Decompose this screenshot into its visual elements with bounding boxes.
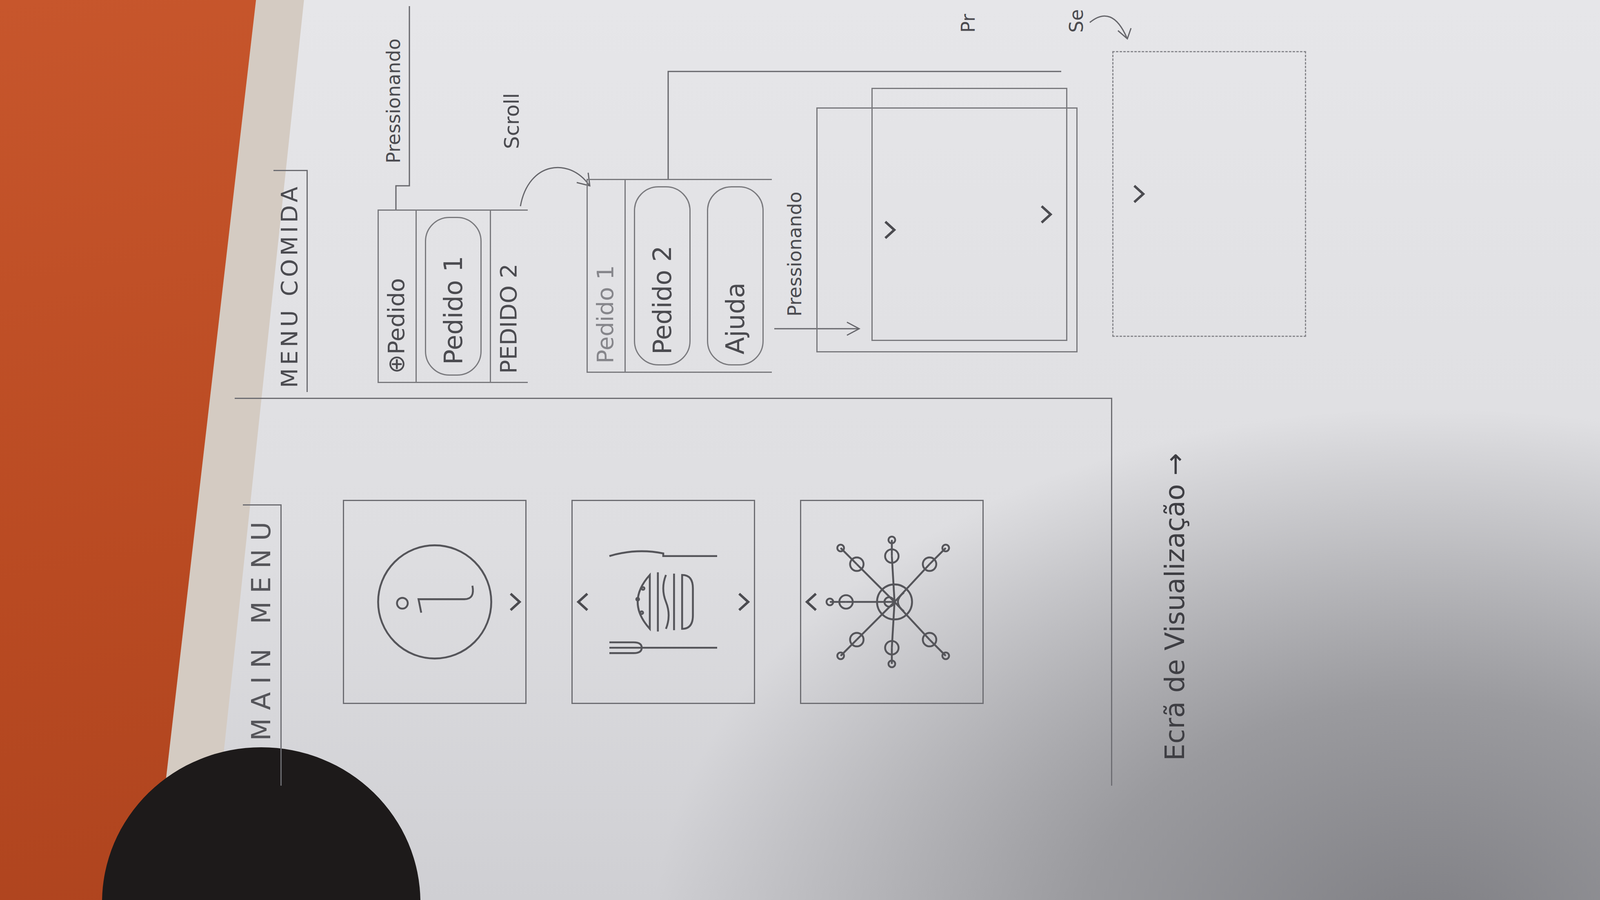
order-list[interactable]: ⊕PedidoPedido 1PEDIDO 2 xyxy=(377,209,528,383)
cut-note: Se xyxy=(1065,9,1088,34)
view-screen-box xyxy=(871,87,1068,341)
order-item[interactable]: Ajuda xyxy=(706,186,764,366)
chevron-down-icon[interactable] xyxy=(736,590,752,614)
wireframe-sketch: MAIN MENU Ecrã de Visualização → MENU COMI… xyxy=(228,0,1600,900)
menu-comida-title: MENU COMIDA xyxy=(273,169,308,392)
chevron-up-icon[interactable] xyxy=(575,590,590,614)
network-icon xyxy=(824,534,960,669)
card-list xyxy=(342,398,984,786)
photo-scene: MAIN MENU Ecrã de Visualização → MENU COMI… xyxy=(0,0,1600,900)
menu-card[interactable] xyxy=(571,499,756,704)
main-menu-screen: MAIN MENU xyxy=(234,397,1113,786)
menu-card[interactable] xyxy=(800,499,984,704)
order-list-scrolled[interactable]: Pedido 1Pedido 2 Ajuda xyxy=(586,178,772,373)
info-icon xyxy=(367,534,503,669)
chevron-up-icon[interactable] xyxy=(803,590,819,614)
press-note: Pressionando xyxy=(382,38,405,164)
menu-comida-screen: MENU COMIDA⊕PedidoPedido 1PEDIDO 2Pedido… xyxy=(234,0,1337,398)
chevron-down-icon[interactable] xyxy=(508,590,523,614)
order-item[interactable]: Pedido 2 xyxy=(633,186,691,366)
main-menu-title: MAIN MENU xyxy=(242,504,282,786)
scroll-note: Scroll xyxy=(500,93,524,149)
view-screen-box xyxy=(1112,51,1307,337)
order-item[interactable]: Pedido 1 xyxy=(587,180,626,372)
menu-card[interactable] xyxy=(342,499,527,704)
chevron-icon[interactable] xyxy=(1039,202,1054,226)
order-item[interactable]: Pedido 1 xyxy=(424,216,482,376)
chevron-icon[interactable] xyxy=(1131,182,1147,206)
cut-note: Pr xyxy=(957,13,980,33)
order-item[interactable]: PEDIDO 2 xyxy=(489,210,528,382)
press-note: Pressionando xyxy=(783,191,806,317)
order-item[interactable]: ⊕Pedido xyxy=(378,210,417,382)
burger-cutlery-icon xyxy=(595,534,731,669)
chevron-icon[interactable] xyxy=(882,218,898,242)
view-screen-box xyxy=(816,107,1078,353)
viewing-screen-caption: Ecrã de Visualização → xyxy=(1159,452,1191,761)
